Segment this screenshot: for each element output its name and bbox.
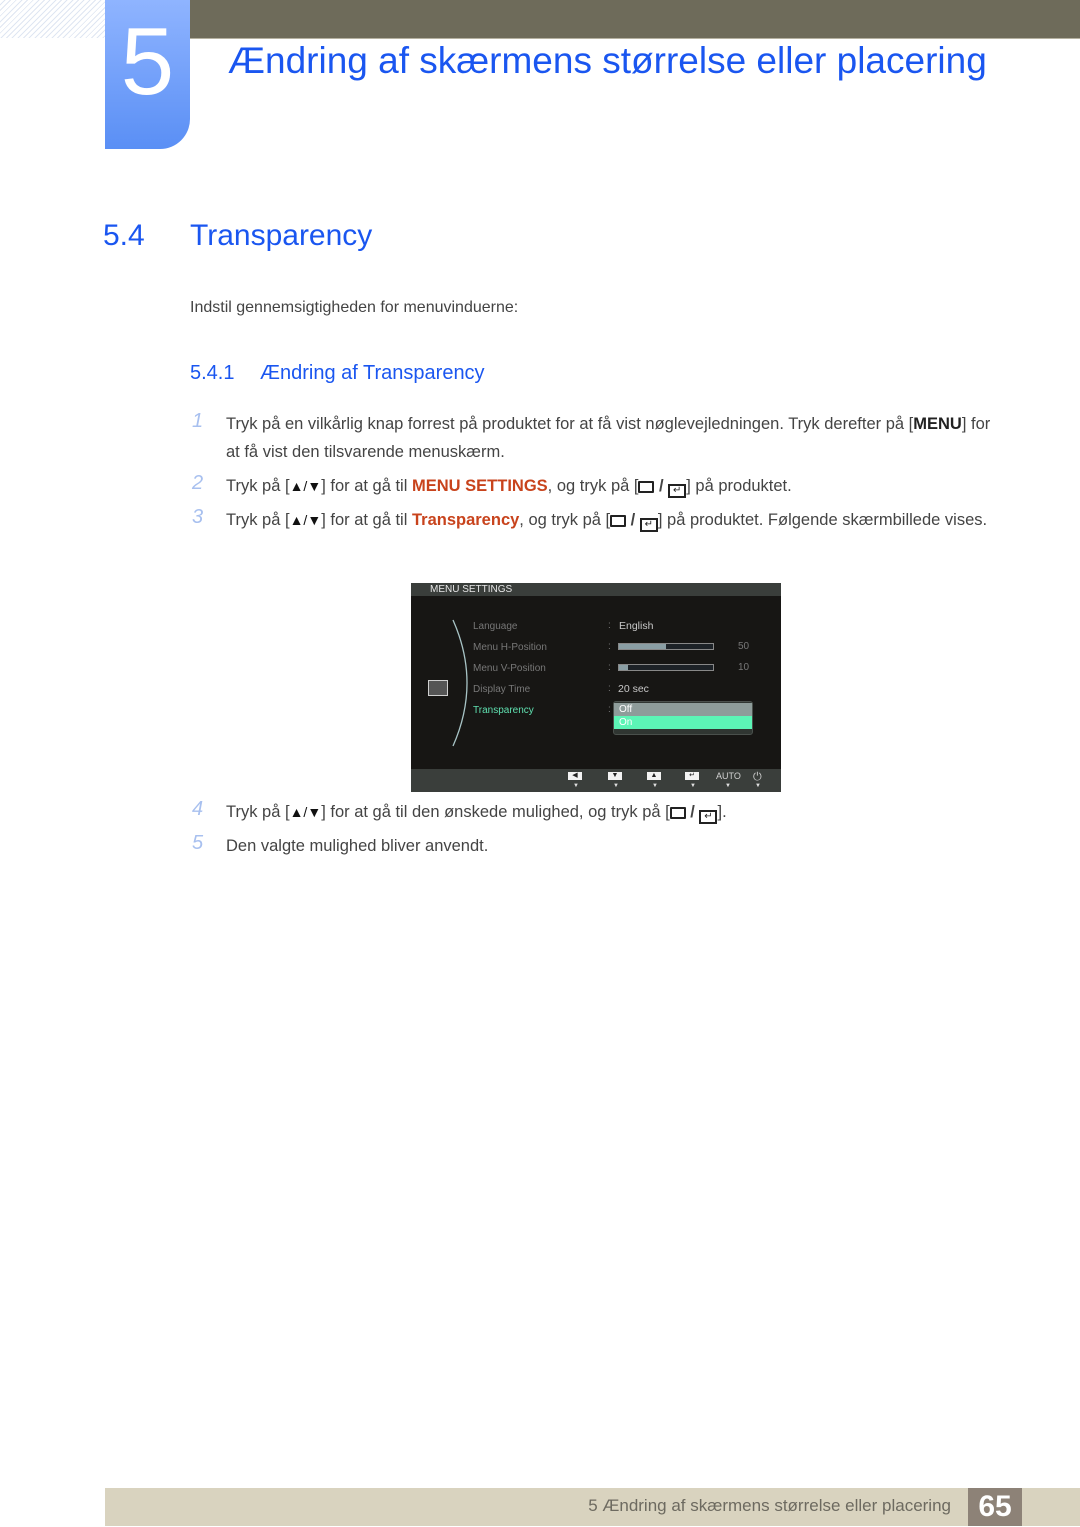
osd-header-title: MENU SETTINGS <box>430 584 513 595</box>
osd-slider-fill <box>619 644 666 649</box>
down-arrow-icon: ▼ <box>608 772 622 780</box>
step-number: 3 <box>192 506 204 528</box>
chapter-number: 5 <box>120 8 175 115</box>
down-marker-icon: ▼ <box>755 783 761 789</box>
step-text-part: Tryk på [ <box>226 477 290 495</box>
source-button-icon <box>610 515 627 527</box>
osd-slider-fill <box>619 665 629 670</box>
up-down-arrows-icon: ▲/▼ <box>289 478 322 494</box>
menu-key-label: MENU <box>913 415 962 433</box>
osd-value-language: English <box>619 620 654 632</box>
step-text-part: ] på produktet. <box>686 477 792 495</box>
osd-label-language: Language <box>473 621 518 632</box>
step-text: Tryk på en vilkårlig knap forrest på pro… <box>226 410 1006 466</box>
step-number: 1 <box>192 410 204 432</box>
step-number: 5 <box>192 832 204 854</box>
page-footer: 5 Ændring af skærmens størrelse eller pl… <box>105 1488 1080 1526</box>
osd-colon: : <box>608 683 611 694</box>
down-marker-icon: ▼ <box>613 783 619 789</box>
step-text: Den valgte mulighed bliver anvendt. <box>226 837 489 855</box>
osd-label-transparency: Transparency <box>473 705 534 716</box>
osd-slider-h-position <box>618 643 714 650</box>
decorative-hatch <box>0 0 105 38</box>
osd-label-display-time: Display Time <box>473 684 531 695</box>
step-text-part: ] for at gå til <box>321 511 412 529</box>
enter-icon: ↵ <box>685 772 699 780</box>
osd-colon: : <box>608 620 611 631</box>
down-marker-icon: ▼ <box>725 783 731 789</box>
step-text-part: Tryk på en vilkårlig knap forrest på pro… <box>226 415 914 433</box>
osd-value-h-position: 50 <box>738 641 750 652</box>
osd-footer: ◀ ▼ ▼ ▼ ▲ ▼ ↵ ▼ AUTO ▼ ⏻ ▼ <box>411 769 781 792</box>
step-text-part: , og tryk på [ <box>547 477 639 495</box>
down-marker-icon: ▼ <box>652 783 658 789</box>
footer-chapter-title: 5 Ændring af skærmens størrelse eller pl… <box>588 1496 951 1515</box>
osd-label-h-position: Menu H-Position <box>473 642 547 653</box>
source-button-icon <box>669 807 686 819</box>
osd-label-v-position: Menu V-Position <box>473 663 546 674</box>
osd-screenshot: MENU SETTINGS Language : English Menu H-… <box>411 583 781 792</box>
step-text: Tryk på [▲/▼] for at gå til den ønskede … <box>226 803 727 824</box>
step-text: Tryk på [▲/▼] for at gå til MENU SETTING… <box>226 477 792 498</box>
osd-slider-v-position <box>618 664 714 671</box>
osd-option-on: On <box>614 716 752 729</box>
section-intro: Indstil gennemsigtigheden for menuvindue… <box>190 299 519 316</box>
section-title: Transparency <box>190 219 373 252</box>
up-down-arrows-icon: ▲/▼ <box>289 512 322 528</box>
chapter-badge: 5 <box>105 0 190 149</box>
highlight-term: MENU SETTINGS <box>411 477 548 495</box>
step-text-part: Tryk på [ <box>226 803 290 821</box>
step-number: 2 <box>192 472 204 494</box>
header-bar <box>190 0 1080 39</box>
chapter-title: Ændring af skærmens størrelse eller plac… <box>228 40 987 81</box>
source-button-icon <box>638 481 655 493</box>
page-number: 65 <box>968 1488 1022 1526</box>
step-text-part: , og tryk på [ <box>519 511 611 529</box>
step-text: Tryk på [▲/▼] for at gå til Transparency… <box>226 511 988 532</box>
section-number: 5.4 <box>103 219 145 252</box>
step-number: 4 <box>192 798 204 820</box>
left-arrow-icon: ◀ <box>568 772 582 780</box>
up-arrow-icon: ▲ <box>647 772 661 780</box>
down-marker-icon: ▼ <box>573 783 579 789</box>
osd-colon: : <box>608 641 611 652</box>
osd-value-v-position: 10 <box>738 662 750 673</box>
osd-header: MENU SETTINGS <box>411 583 781 596</box>
enter-button-icon: ↵ <box>639 518 658 532</box>
enter-button-icon: ↵ <box>699 810 718 824</box>
step-text-part: ]. <box>717 803 727 821</box>
osd-value-display-time: 20 sec <box>618 683 649 695</box>
step-text-part: Tryk på [ <box>226 511 290 529</box>
highlight-term: Transparency <box>411 511 520 529</box>
osd-transparency-dropdown: Off On <box>613 701 753 735</box>
subsection-number: 5.4.1 <box>190 362 235 384</box>
enter-button-icon: ↵ <box>668 484 687 498</box>
up-down-arrows-icon: ▲/▼ <box>289 804 322 820</box>
step-text-part: ] for at gå til <box>321 477 412 495</box>
monitor-settings-icon <box>428 680 448 696</box>
step-text-part: ] for at gå til den ønskede mulighed, og… <box>321 803 670 821</box>
subsection-title: Ændring af Transparency <box>260 362 485 384</box>
down-marker-icon: ▼ <box>690 783 696 789</box>
osd-colon: : <box>608 704 611 715</box>
osd-option-off: Off <box>614 703 752 716</box>
step-text-part: ] på produktet. Følgende skærmbillede vi… <box>657 511 988 529</box>
osd-colon: : <box>608 662 611 673</box>
auto-label: AUTO <box>716 771 741 781</box>
